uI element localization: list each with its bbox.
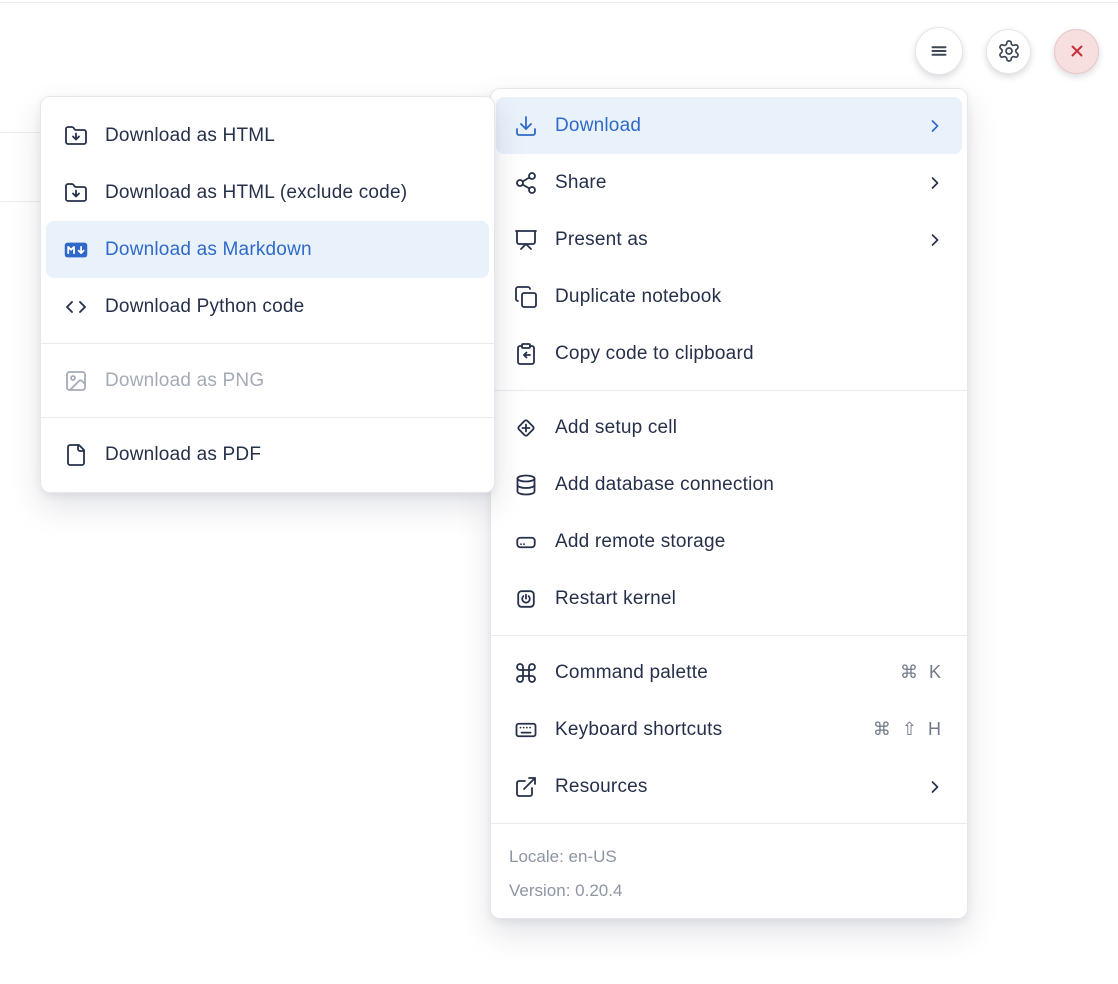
menu-divider (41, 417, 494, 418)
share-icon (514, 171, 538, 195)
hamburger-icon (927, 39, 951, 63)
menu-item-label: Add remote storage (555, 531, 945, 553)
menu-item-add-setup-cell[interactable]: Add setup cell (496, 399, 962, 456)
app-window: Download as HTML Download as HTML (exclu… (0, 0, 1118, 984)
menu-divider (491, 390, 967, 391)
chevron-right-icon (925, 173, 945, 193)
menu-item-download-as-html-exclude-code[interactable]: Download as HTML (exclude code) (46, 164, 489, 221)
external-link-icon (514, 775, 538, 799)
menu-item-label: Download as Markdown (105, 239, 472, 261)
menu-item-download[interactable]: Download (496, 97, 962, 154)
menu-item-download-as-pdf[interactable]: Download as PDF (46, 426, 489, 483)
menu-item-label: Share (555, 172, 915, 194)
notebook-menu-list: Download Share Present as Duplicate note… (491, 97, 967, 815)
menu-item-label: Download (555, 115, 915, 137)
menu-button[interactable] (915, 27, 963, 75)
background-cell-border (0, 201, 40, 202)
menu-divider (491, 635, 967, 636)
menu-item-label: Download as HTML (105, 125, 472, 147)
menu-item-duplicate-notebook[interactable]: Duplicate notebook (496, 268, 962, 325)
database-icon (514, 473, 538, 497)
background-cell-border (0, 132, 40, 133)
menu-item-label: Download Python code (105, 296, 472, 318)
menu-item-command-palette[interactable]: Command palette ⌘ K (496, 644, 962, 701)
menu-footer: Locale: en-US Version: 0.20.4 (491, 832, 967, 912)
menu-item-label: Download as PDF (105, 444, 472, 466)
copy-icon (514, 285, 538, 309)
menu-item-download-as-png: Download as PNG (46, 352, 489, 409)
folder-down-icon (64, 181, 88, 205)
power-square-icon (514, 587, 538, 611)
locale-text: Locale: en-US (509, 840, 949, 874)
menu-item-add-remote-storage[interactable]: Add remote storage (496, 513, 962, 570)
download-submenu: Download as HTML Download as HTML (exclu… (40, 96, 495, 493)
file-icon (64, 443, 88, 467)
command-icon (514, 661, 538, 685)
menu-item-label: Restart kernel (555, 588, 945, 610)
menu-item-label: Keyboard shortcuts (555, 719, 873, 741)
close-icon (1065, 39, 1089, 63)
menu-item-download-as-markdown[interactable]: Download as Markdown (46, 221, 489, 278)
chevron-right-icon (925, 777, 945, 797)
menu-item-label: Add setup cell (555, 417, 945, 439)
notebook-menu: Download Share Present as Duplicate note… (490, 88, 968, 919)
shutdown-button[interactable] (1054, 29, 1099, 74)
menu-item-label: Command palette (555, 662, 900, 684)
settings-button[interactable] (986, 29, 1031, 74)
presentation-icon (514, 228, 538, 252)
menu-item-label: Duplicate notebook (555, 286, 945, 308)
menu-item-download-python-code[interactable]: Download Python code (46, 278, 489, 335)
menu-item-present-as[interactable]: Present as (496, 211, 962, 268)
menu-item-label: Copy code to clipboard (555, 343, 945, 365)
clipboard-arrow-icon (514, 342, 538, 366)
download-icon (514, 114, 538, 138)
menu-item-label: Download as HTML (exclude code) (105, 182, 472, 204)
menu-item-restart-kernel[interactable]: Restart kernel (496, 570, 962, 627)
hard-drive-icon (514, 530, 538, 554)
menu-divider (41, 343, 494, 344)
version-text: Version: 0.20.4 (509, 874, 949, 908)
chevron-right-icon (925, 116, 945, 136)
folder-down-icon (64, 124, 88, 148)
menu-item-add-database-connection[interactable]: Add database connection (496, 456, 962, 513)
menu-divider (491, 823, 967, 824)
menu-item-label: Resources (555, 776, 915, 798)
keyboard-icon (514, 718, 538, 742)
menu-item-label: Add database connection (555, 474, 945, 496)
menu-item-shortcut: ⌘ ⇧ H (873, 719, 941, 740)
menu-item-share[interactable]: Share (496, 154, 962, 211)
menu-item-shortcut: ⌘ K (900, 662, 941, 683)
notebook-actions-toolbar (915, 27, 1099, 75)
gear-icon (997, 39, 1021, 63)
menu-item-keyboard-shortcuts[interactable]: Keyboard shortcuts ⌘ ⇧ H (496, 701, 962, 758)
menu-item-download-as-html[interactable]: Download as HTML (46, 107, 489, 164)
page-top-border (0, 2, 1118, 3)
menu-item-label: Download as PNG (105, 370, 472, 392)
image-icon (64, 369, 88, 393)
menu-item-copy-code-to-clipboard[interactable]: Copy code to clipboard (496, 325, 962, 382)
markdown-icon (64, 238, 88, 262)
code-icon (64, 295, 88, 319)
menu-item-label: Present as (555, 229, 915, 251)
download-submenu-list: Download as HTML Download as HTML (exclu… (41, 107, 494, 483)
menu-item-resources[interactable]: Resources (496, 758, 962, 815)
chevron-right-icon (925, 230, 945, 250)
diamond-plus-icon (514, 416, 538, 440)
